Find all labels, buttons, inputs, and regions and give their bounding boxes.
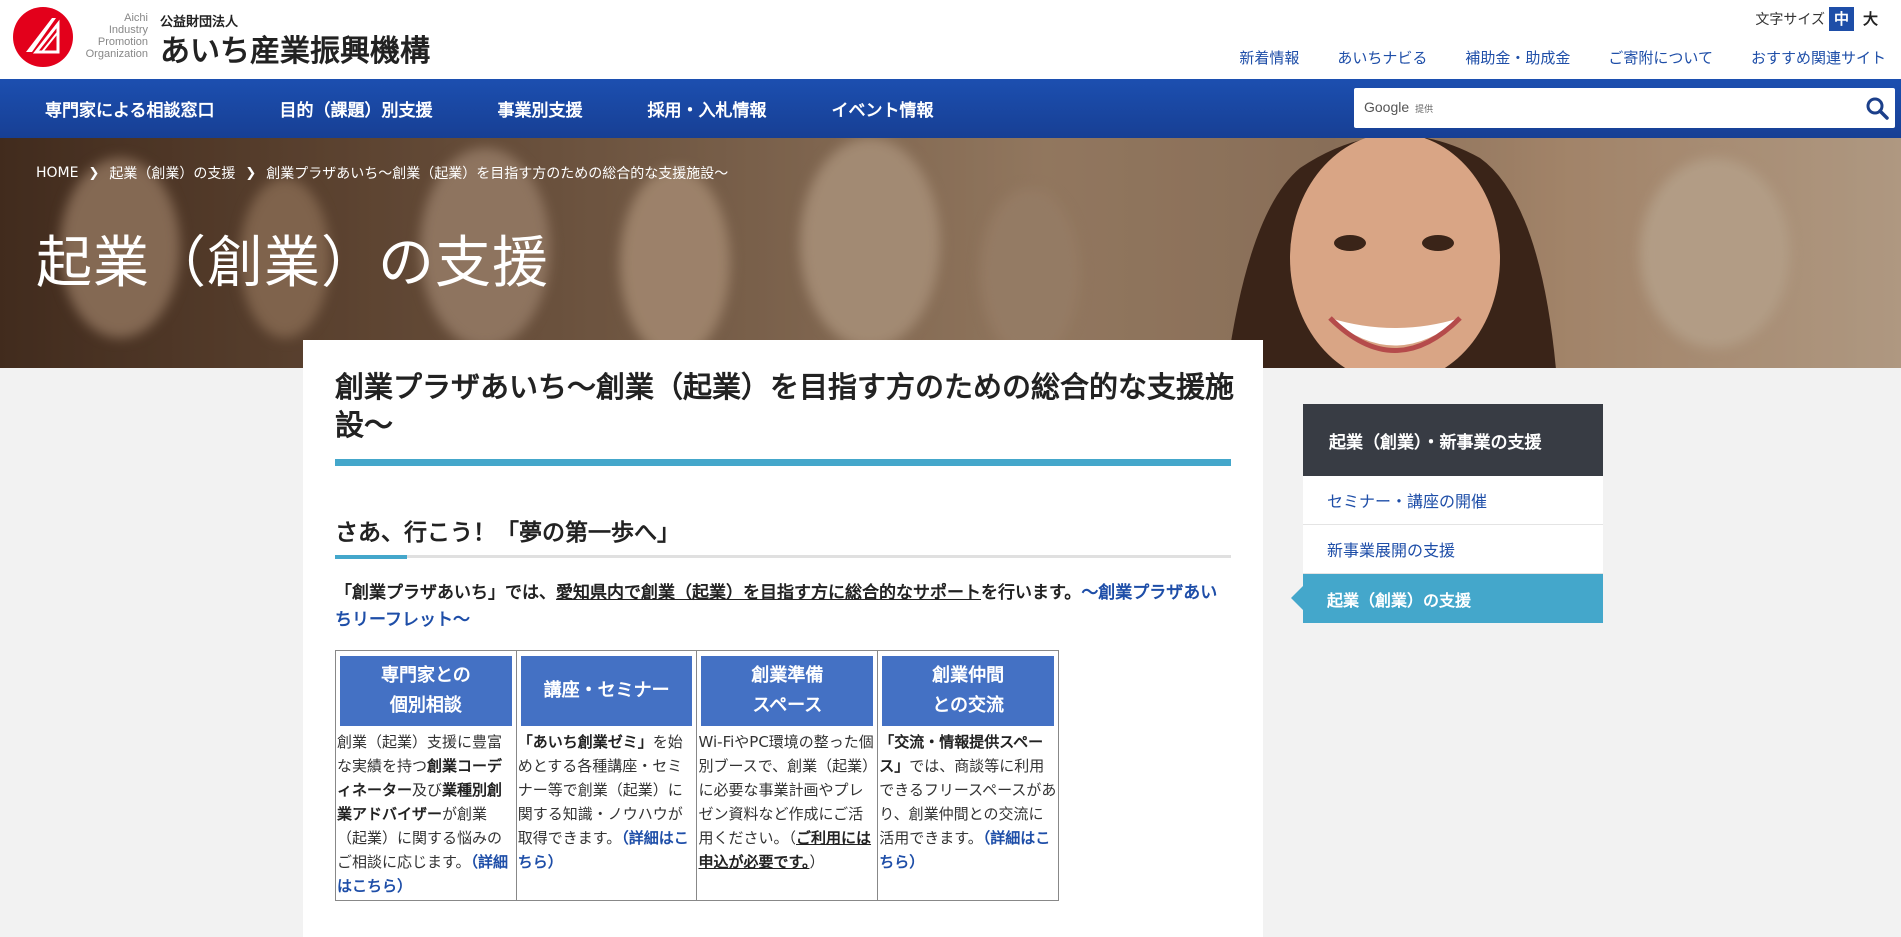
feature-desc: 「交流・情報提供スペース」では、商談等に利用できるフリースペースがあり、創業仲間… — [878, 730, 1058, 876]
util-link-donation[interactable]: ご寄附について — [1608, 47, 1713, 68]
feature-cell: 創業仲間 との交流 「交流・情報提供スペース」では、商談等に利用できるフリースペ… — [877, 650, 1059, 901]
feature-table: 専門家との 個別相談 創業（起業）支援に豊富な実績を持つ創業コーディネーター及び… — [335, 650, 1059, 901]
hero-person-image — [1227, 138, 1556, 368]
feature-cell: 講座・セミナー 「あいち創業ゼミ」を始めとする各種講座・セミナー等で創業（起業）… — [515, 650, 698, 901]
section-divider — [335, 555, 1231, 558]
sidebar: 起業（創業）・新事業の支援 セミナー・講座の開催 新事業展開の支援 起業（創業）… — [1291, 404, 1603, 623]
util-link-news[interactable]: 新着情報 — [1239, 47, 1299, 68]
nav-item-events[interactable]: イベント情報 — [832, 96, 934, 121]
breadcrumb-home[interactable]: HOME — [36, 165, 78, 181]
search-icon[interactable] — [1865, 96, 1889, 120]
font-size-label: 文字サイズ — [1755, 12, 1825, 28]
intro-text: 「創業プラザあいち」では、愛知県内で創業（起業）を目指す方に総合的なサポートを行… — [335, 583, 1218, 630]
section-heading: さあ、行こう！「夢の第一歩へ」 — [335, 520, 680, 546]
desc-text: ） — [809, 853, 825, 871]
org-logo-icon[interactable] — [12, 6, 74, 68]
chevron-right-icon: ❯ — [88, 165, 100, 181]
nav-item-purpose-support[interactable]: 目的（課題）別支援 — [280, 96, 433, 121]
nav-item-business-support[interactable]: 事業別支援 — [498, 96, 583, 121]
util-link-subsidy[interactable]: 補助金・助成金 — [1465, 47, 1570, 68]
breadcrumb: HOME ❯ 起業（創業）の支援 ❯ 創業プラザあいち～創業（起業）を目指す方の… — [36, 163, 728, 183]
sidebar-item-new-business[interactable]: 新事業展開の支援 — [1303, 525, 1603, 574]
search-input[interactable] — [1354, 88, 1844, 128]
feature-desc: 「あいち創業ゼミ」を始めとする各種講座・セミナー等で創業（起業）に関する知識・ノ… — [517, 730, 697, 876]
org-english-name: Aichi Industry Promotion Organization — [85, 12, 148, 60]
feature-cell: 創業準備 スペース Wi-FiやPC環境の整った個別ブースで、創業（起業）に必要… — [696, 650, 879, 901]
breadcrumb-current: 創業プラザあいち～創業（起業）を目指す方のための総合的な支援施設～ — [266, 166, 729, 182]
sidebar-heading: 起業（創業）・新事業の支援 — [1303, 404, 1603, 476]
feature-networking-button[interactable]: 創業仲間 との交流 — [882, 656, 1054, 726]
feature-cell: 専門家との 個別相談 創業（起業）支援に豊富な実績を持つ創業コーディネーター及び… — [335, 650, 517, 901]
chevron-right-icon: ❯ — [245, 165, 257, 181]
font-size-large-button[interactable]: 大 — [1858, 7, 1883, 31]
page-title: 創業プラザあいち～創業（起業）を目指す方のための総合的な支援施設～ — [335, 370, 1235, 442]
nav-item-recruit-bid[interactable]: 採用・入札情報 — [648, 96, 767, 121]
feature-seminar-button[interactable]: 講座・セミナー — [520, 656, 693, 726]
feature-prep-space-button[interactable]: 創業準備 スペース — [701, 656, 874, 726]
nav-item-expert-consult[interactable]: 専門家による相談窓口 — [45, 96, 215, 121]
font-size-medium-button[interactable]: 中 — [1829, 7, 1854, 31]
org-name[interactable]: あいち産業振興機構 — [160, 26, 430, 70]
site-search: Google 提供 — [1354, 88, 1895, 128]
section-divider-accent — [335, 555, 407, 559]
desc-text: （ — [788, 829, 797, 847]
desc-text: 「あいち創業ゼミ」 — [517, 733, 653, 751]
breadcrumb-startup-support[interactable]: 起業（創業）の支援 — [109, 163, 235, 183]
sidebar-item-seminars[interactable]: セミナー・講座の開催 — [1303, 476, 1603, 525]
desc-text: 及び — [412, 781, 443, 799]
feature-desc: Wi-FiやPC環境の整った個別ブースで、創業（起業）に必要な事業計画やプレゼン… — [697, 730, 877, 876]
utility-nav: 新着情報 あいちナビる 補助金・助成金 ご寄附について おすすめ関連サイト — [1239, 47, 1886, 68]
font-size-switcher: 文字サイズ 中 大 — [1755, 7, 1883, 31]
feature-expert-consult-button[interactable]: 専門家との 個別相談 — [340, 656, 512, 726]
sidebar-item-startup-support[interactable]: 起業（創業）の支援 — [1291, 574, 1603, 623]
hero-title: 起業（創業）の支援 — [36, 231, 549, 296]
feature-desc: 創業（起業）支援に豊富な実績を持つ創業コーディネーター及び業種別創業アドバイザー… — [336, 730, 516, 900]
util-link-navi[interactable]: あいちナビる — [1337, 47, 1427, 68]
site-header: Aichi Industry Promotion Organization 公益… — [0, 0, 1901, 79]
title-underline — [335, 459, 1231, 466]
util-link-related-sites[interactable]: おすすめ関連サイト — [1751, 47, 1886, 68]
